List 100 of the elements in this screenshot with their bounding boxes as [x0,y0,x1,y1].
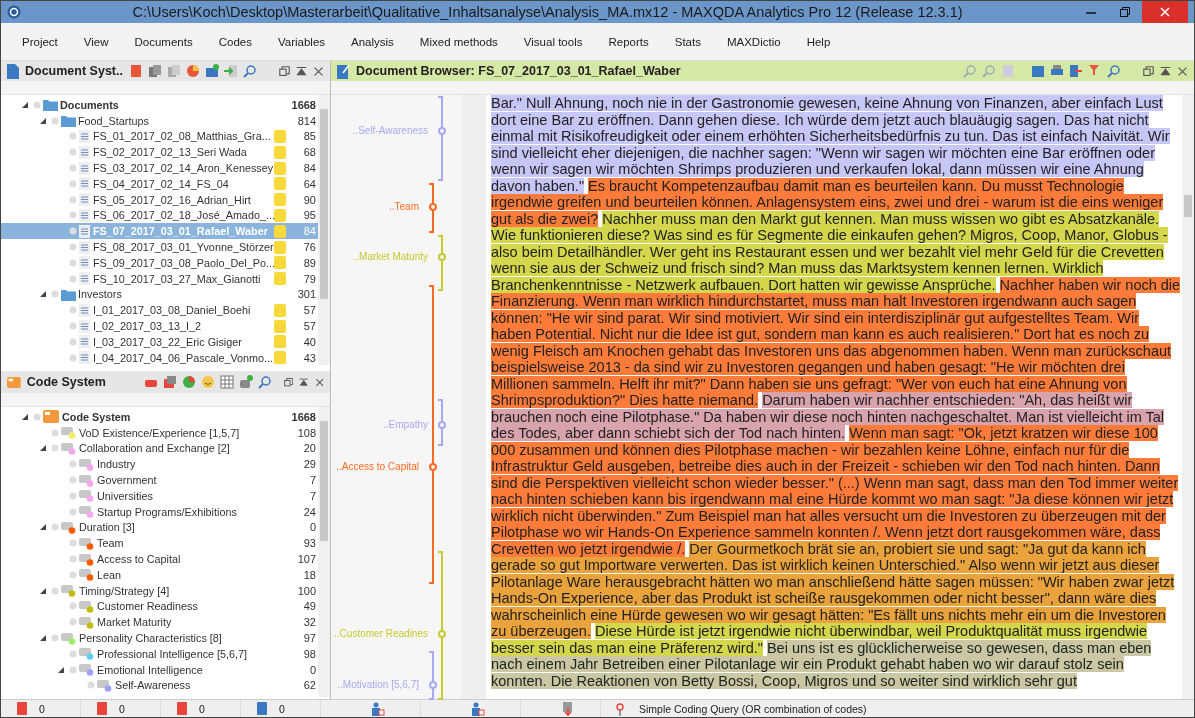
tree-row[interactable]: FS_01_2017_02_08_Matthias_Gra... 85 [1,128,318,145]
search-icon[interactable] [242,64,257,78]
tree-row[interactable]: Professional Intelligence [5,6,7] 98 [1,645,318,662]
menu-item[interactable]: View [70,35,122,48]
tree-row[interactable]: Customer Readiness 49 [1,598,318,615]
expand-triangle-icon[interactable] [21,100,29,109]
edit-icon[interactable] [1031,64,1045,78]
tree-row[interactable]: Universities 7 [1,488,318,504]
code-bracket[interactable] [428,183,437,233]
expand-triangle-icon[interactable] [39,634,47,643]
scrollbar[interactable] [1182,95,1194,699]
tree-row[interactable]: Investors 301 [1,286,318,303]
tree-row[interactable]: I_03_2017_03_22_Eric Gisiger 40 [1,333,318,350]
menu-item[interactable]: Mixed methods [406,35,511,48]
undock-icon[interactable] [1143,65,1154,77]
menu-item[interactable]: Stats [661,35,714,48]
tree-row[interactable]: Personality Characteristics [8] 97 [1,630,318,646]
import-icon[interactable] [223,64,238,78]
zoom-in-icon[interactable] [963,64,977,78]
expand-triangle-icon[interactable] [39,523,47,532]
tree-row[interactable]: FS_02_2017_02_13_Seri Wada 68 [1,144,318,161]
tree-row[interactable]: Duration [3] 0 [1,519,318,536]
code-bracket[interactable] [437,399,446,446]
tree-row[interactable]: I_01_2017_03_08_Daniel_Boehi 57 [1,302,318,319]
menu-item[interactable]: Help [793,35,844,48]
tree-row[interactable]: Emotional Intelligence 0 [1,661,318,678]
user-icon[interactable] [370,701,385,716]
document-icon[interactable] [128,64,143,78]
collapse-icon[interactable] [299,376,309,388]
tree-row[interactable]: FS_05_2017_02_16_Adrian_Hirt 90 [1,191,318,208]
scrollbar[interactable] [318,407,330,697]
tree-row[interactable]: Lean 18 [1,566,318,583]
tree-row[interactable]: Documents 1668 [1,97,318,113]
documents-icon[interactable] [147,64,162,78]
expand-triangle-icon[interactable] [57,665,65,674]
expand-triangle-icon[interactable] [39,290,47,299]
tree-row[interactable]: Access to Capital 107 [1,551,318,567]
tree-row[interactable]: I_04_2017_04_06_Pascale_Vonmo... 43 [1,349,318,365]
tree-row[interactable]: FS_04_2017_02_14_FS_04 64 [1,176,318,192]
close-icon[interactable] [314,376,324,388]
documents-icon[interactable] [166,64,181,78]
code-bracket[interactable] [437,96,446,181]
document-icon [79,130,90,143]
close-icon[interactable] [313,65,324,77]
new-code-icon[interactable] [238,375,253,389]
tree-row[interactable]: Industry 29 [1,456,318,473]
menu-item[interactable]: Visual tools [510,35,596,48]
code-bracket[interactable] [437,235,446,291]
tree-row[interactable]: FS_10_2017_03_27_Max_Gianotti 79 [1,270,318,287]
counter-icon [15,702,29,715]
tree-row[interactable]: Startup Programs/Exhibitions 24 [1,503,318,520]
tree-row[interactable]: Collaboration and Exchange [2] 20 [1,440,318,457]
search-icon[interactable] [1107,64,1121,78]
code-bracket[interactable] [437,551,446,700]
scrollbar[interactable] [318,95,330,365]
tree-row[interactable]: Government 7 [1,472,318,488]
undock-icon[interactable] [283,376,294,388]
menu-item[interactable]: Project [9,35,71,48]
new-folder-icon[interactable] [204,64,219,78]
menu-item[interactable]: MAXDictio [713,35,794,48]
table-icon[interactable] [219,375,234,389]
tree-row[interactable]: Market Maturity 32 [1,614,318,631]
tree-row[interactable]: FS_03_2017_02_14_Aron_Kenessey 84 [1,160,318,176]
pie-chart-icon[interactable] [185,64,200,78]
tree-row[interactable]: Team 93 [1,535,318,552]
close-icon[interactable] [1177,65,1188,77]
collapse-icon[interactable] [1160,65,1171,77]
menu-item[interactable]: Codes [205,35,265,48]
code-system-icon [43,410,59,424]
tree-row[interactable]: Self-Awareness 62 [1,677,318,694]
tree-row[interactable]: I_02_2017_03_13_I_2 57 [1,318,318,334]
menu-item[interactable]: Analysis [338,35,407,48]
tree-row[interactable]: Code System 1668 [1,409,318,425]
pie-chart-icon[interactable] [181,375,196,389]
filter-icon[interactable] [1088,64,1102,78]
tree-row[interactable]: Food_Startups 814 [1,112,318,129]
tree-row[interactable]: FS_08_2017_03_01_Yvonne_Störzer 76 [1,239,318,255]
expand-triangle-icon[interactable] [21,412,29,421]
undock-icon[interactable] [279,65,290,77]
code-bracket[interactable] [428,285,437,584]
tree-row[interactable]: VoD Existence/Experience [1,5,7] 108 [1,424,318,441]
export-icon[interactable] [1069,64,1083,78]
print-icon[interactable] [1050,64,1064,78]
collapse-icon[interactable] [296,65,307,77]
user-icon[interactable] [470,701,485,716]
expand-triangle-icon[interactable] [39,586,47,595]
tree-row[interactable]: Timing/Strategy [4] 100 [1,582,318,599]
menu-item[interactable]: Variables [264,35,339,48]
code-bracket[interactable] [428,651,437,700]
expand-triangle-icon[interactable] [39,444,47,453]
tree-row[interactable]: FS_09_2017_03_08_Paolo_Del_Po... 89 [1,254,318,271]
codes-icon[interactable] [162,375,177,389]
expand-triangle-icon[interactable] [39,116,47,125]
tree-row[interactable]: FS_06_2017_02_18_José_Amado_... 95 [1,207,318,224]
download-icon[interactable] [560,701,575,716]
menu-item[interactable]: Documents [121,35,206,48]
search-icon[interactable] [257,375,272,389]
zoom-out-icon[interactable] [982,64,996,78]
smiley-icon[interactable] [200,375,215,389]
menu-item[interactable]: Reports [595,35,662,48]
